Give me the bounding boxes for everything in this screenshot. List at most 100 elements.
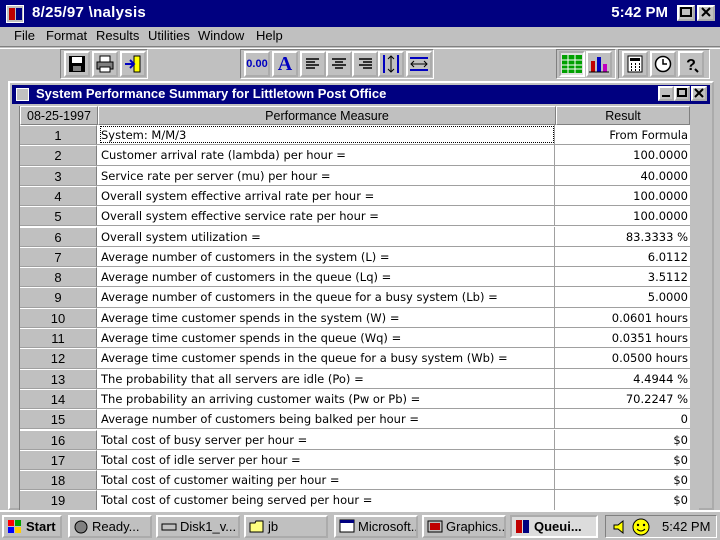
- align-center-button[interactable]: [326, 51, 352, 77]
- result-cell[interactable]: 70.2247 %: [556, 389, 690, 408]
- row-number[interactable]: 2: [20, 145, 97, 165]
- measure-cell[interactable]: The probability an arriving customer wai…: [99, 388, 555, 409]
- measure-cell[interactable]: Overall system effective service rate pe…: [99, 206, 555, 226]
- row-number[interactable]: 9: [20, 287, 97, 307]
- restore-button[interactable]: [677, 5, 695, 21]
- task-microsoft[interactable]: Microsoft...: [334, 515, 418, 538]
- app-logo-icon[interactable]: [6, 5, 24, 23]
- measure-cell[interactable]: Overall system effective arrival rate pe…: [99, 185, 555, 206]
- table-row[interactable]: 18 Total cost of customer waiting per hou…: [20, 470, 699, 491]
- measure-cell[interactable]: Average number of customers in the syste…: [99, 246, 555, 267]
- bar-chart-button[interactable]: [586, 51, 612, 77]
- child-maximize-button[interactable]: [674, 86, 690, 101]
- result-cell[interactable]: 100.0000: [556, 206, 690, 225]
- result-cell[interactable]: 0: [556, 409, 690, 428]
- measure-cell[interactable]: System: M/M/3: [99, 125, 555, 145]
- table-row[interactable]: 12 Average time customer spends in the qu…: [20, 348, 699, 369]
- measure-cell[interactable]: Service rate per server (mu) per hour =: [99, 165, 555, 185]
- exit-button[interactable]: [120, 51, 146, 77]
- result-cell[interactable]: 40.0000: [556, 166, 690, 185]
- table-row[interactable]: 9 Average number of customers in the queu…: [20, 287, 699, 308]
- menu-format[interactable]: Format: [46, 28, 87, 43]
- table-row[interactable]: 16 Total cost of busy server per hour = $0: [20, 429, 699, 450]
- measure-cell[interactable]: Total cost of idle server per hour =: [99, 449, 555, 470]
- row-number[interactable]: 11: [20, 328, 97, 348]
- task-graphics[interactable]: Graphics...: [422, 515, 506, 538]
- result-cell[interactable]: $0: [556, 470, 690, 489]
- measure-cell[interactable]: Average number of customers being balked…: [99, 409, 555, 429]
- child-close-button[interactable]: [691, 86, 707, 101]
- row-number[interactable]: 17: [20, 449, 97, 470]
- measure-cell[interactable]: Overall system utilization =: [99, 226, 555, 246]
- row-number[interactable]: 13: [20, 368, 97, 388]
- calculator-button[interactable]: [622, 51, 648, 77]
- help-button[interactable]: ?: [678, 51, 704, 77]
- task-ready[interactable]: Ready...: [68, 515, 152, 538]
- measure-cell[interactable]: Average time customer spends in the syst…: [99, 307, 555, 327]
- menu-utilities[interactable]: Utilities: [148, 28, 190, 43]
- smiley-icon[interactable]: [632, 518, 650, 536]
- result-cell[interactable]: 0.0500 hours: [556, 348, 690, 367]
- spreadsheet-button[interactable]: [559, 51, 585, 77]
- row-height-button[interactable]: [378, 51, 404, 77]
- table-row[interactable]: 7 Average number of customers in the syst…: [20, 246, 699, 268]
- table-row[interactable]: 3 Service rate per server (mu) per hour =…: [20, 165, 699, 186]
- menu-results[interactable]: Results: [96, 28, 139, 43]
- measure-cell[interactable]: Average time customer spends in the queu…: [99, 348, 555, 368]
- row-number[interactable]: 7: [20, 246, 97, 267]
- result-cell[interactable]: $0: [556, 490, 690, 509]
- row-number[interactable]: 1: [20, 125, 97, 145]
- measure-cell[interactable]: Customer arrival rate (lambda) per hour …: [99, 145, 555, 165]
- start-button[interactable]: Start: [2, 515, 62, 538]
- table-row[interactable]: 17 Total cost of idle server per hour = $0: [20, 449, 699, 471]
- measure-cell[interactable]: Total cost of customer being served per …: [99, 490, 555, 510]
- row-number[interactable]: 6: [20, 226, 97, 246]
- font-button[interactable]: A: [272, 51, 298, 77]
- document-icon[interactable]: [16, 88, 29, 101]
- table-row[interactable]: 11 Average time customer spends in the qu…: [20, 328, 699, 349]
- table-row[interactable]: 1 System: M/M/3 From Formula: [20, 125, 699, 146]
- header-result[interactable]: Result: [556, 106, 690, 125]
- table-row[interactable]: 5 Overall system effective service rate p…: [20, 206, 699, 227]
- measure-cell[interactable]: Average number of customers in the queue…: [99, 267, 555, 287]
- result-cell[interactable]: 4.4944 %: [556, 369, 690, 388]
- row-number[interactable]: 8: [20, 267, 97, 287]
- table-row[interactable]: 6 Overall system utilization = 83.3333 %: [20, 226, 699, 247]
- column-width-button[interactable]: [406, 51, 432, 77]
- result-cell[interactable]: From Formula: [556, 125, 690, 144]
- result-cell[interactable]: 100.0000: [556, 145, 690, 164]
- menu-window[interactable]: Window: [198, 28, 244, 43]
- table-row[interactable]: 13 The probability that all servers are i…: [20, 368, 699, 389]
- result-cell[interactable]: 6.0112: [556, 247, 690, 266]
- task-jb[interactable]: jb: [244, 515, 328, 538]
- header-measure[interactable]: Performance Measure: [98, 106, 556, 125]
- result-cell[interactable]: $0: [556, 430, 690, 449]
- measure-cell[interactable]: Total cost of customer waiting per hour …: [99, 470, 555, 490]
- row-number[interactable]: 18: [20, 470, 97, 490]
- task-queuing[interactable]: Queui...: [510, 515, 598, 538]
- row-number[interactable]: 14: [20, 388, 97, 409]
- row-number[interactable]: 19: [20, 490, 97, 510]
- menu-help[interactable]: Help: [256, 28, 283, 43]
- table-row[interactable]: 8 Average number of customers in the queu…: [20, 267, 699, 288]
- speaker-icon[interactable]: [612, 519, 628, 535]
- vertical-scrollbar[interactable]: [690, 125, 699, 510]
- measure-cell[interactable]: Total cost of busy server per hour =: [99, 429, 555, 449]
- child-minimize-button[interactable]: [658, 86, 674, 101]
- table-row[interactable]: 15 Average number of customers being balk…: [20, 409, 699, 430]
- clock-button[interactable]: [650, 51, 676, 77]
- save-button[interactable]: [64, 51, 90, 77]
- row-number[interactable]: 4: [20, 185, 97, 206]
- table-row[interactable]: 4 Overall system effective arrival rate p…: [20, 185, 699, 207]
- measure-cell[interactable]: The probability that all servers are idl…: [99, 368, 555, 388]
- align-right-button[interactable]: [352, 51, 378, 77]
- table-row[interactable]: 14 The probability an arriving customer w…: [20, 388, 699, 410]
- result-cell[interactable]: 83.3333 %: [556, 227, 690, 246]
- print-button[interactable]: [92, 51, 118, 77]
- measure-cell[interactable]: Average number of customers in the queue…: [99, 287, 555, 307]
- result-cell[interactable]: $0: [556, 450, 690, 469]
- task-disk1[interactable]: Disk1_v...: [156, 515, 240, 538]
- row-number[interactable]: 3: [20, 165, 97, 185]
- result-cell[interactable]: 100.0000: [556, 186, 690, 205]
- row-number[interactable]: 10: [20, 307, 97, 327]
